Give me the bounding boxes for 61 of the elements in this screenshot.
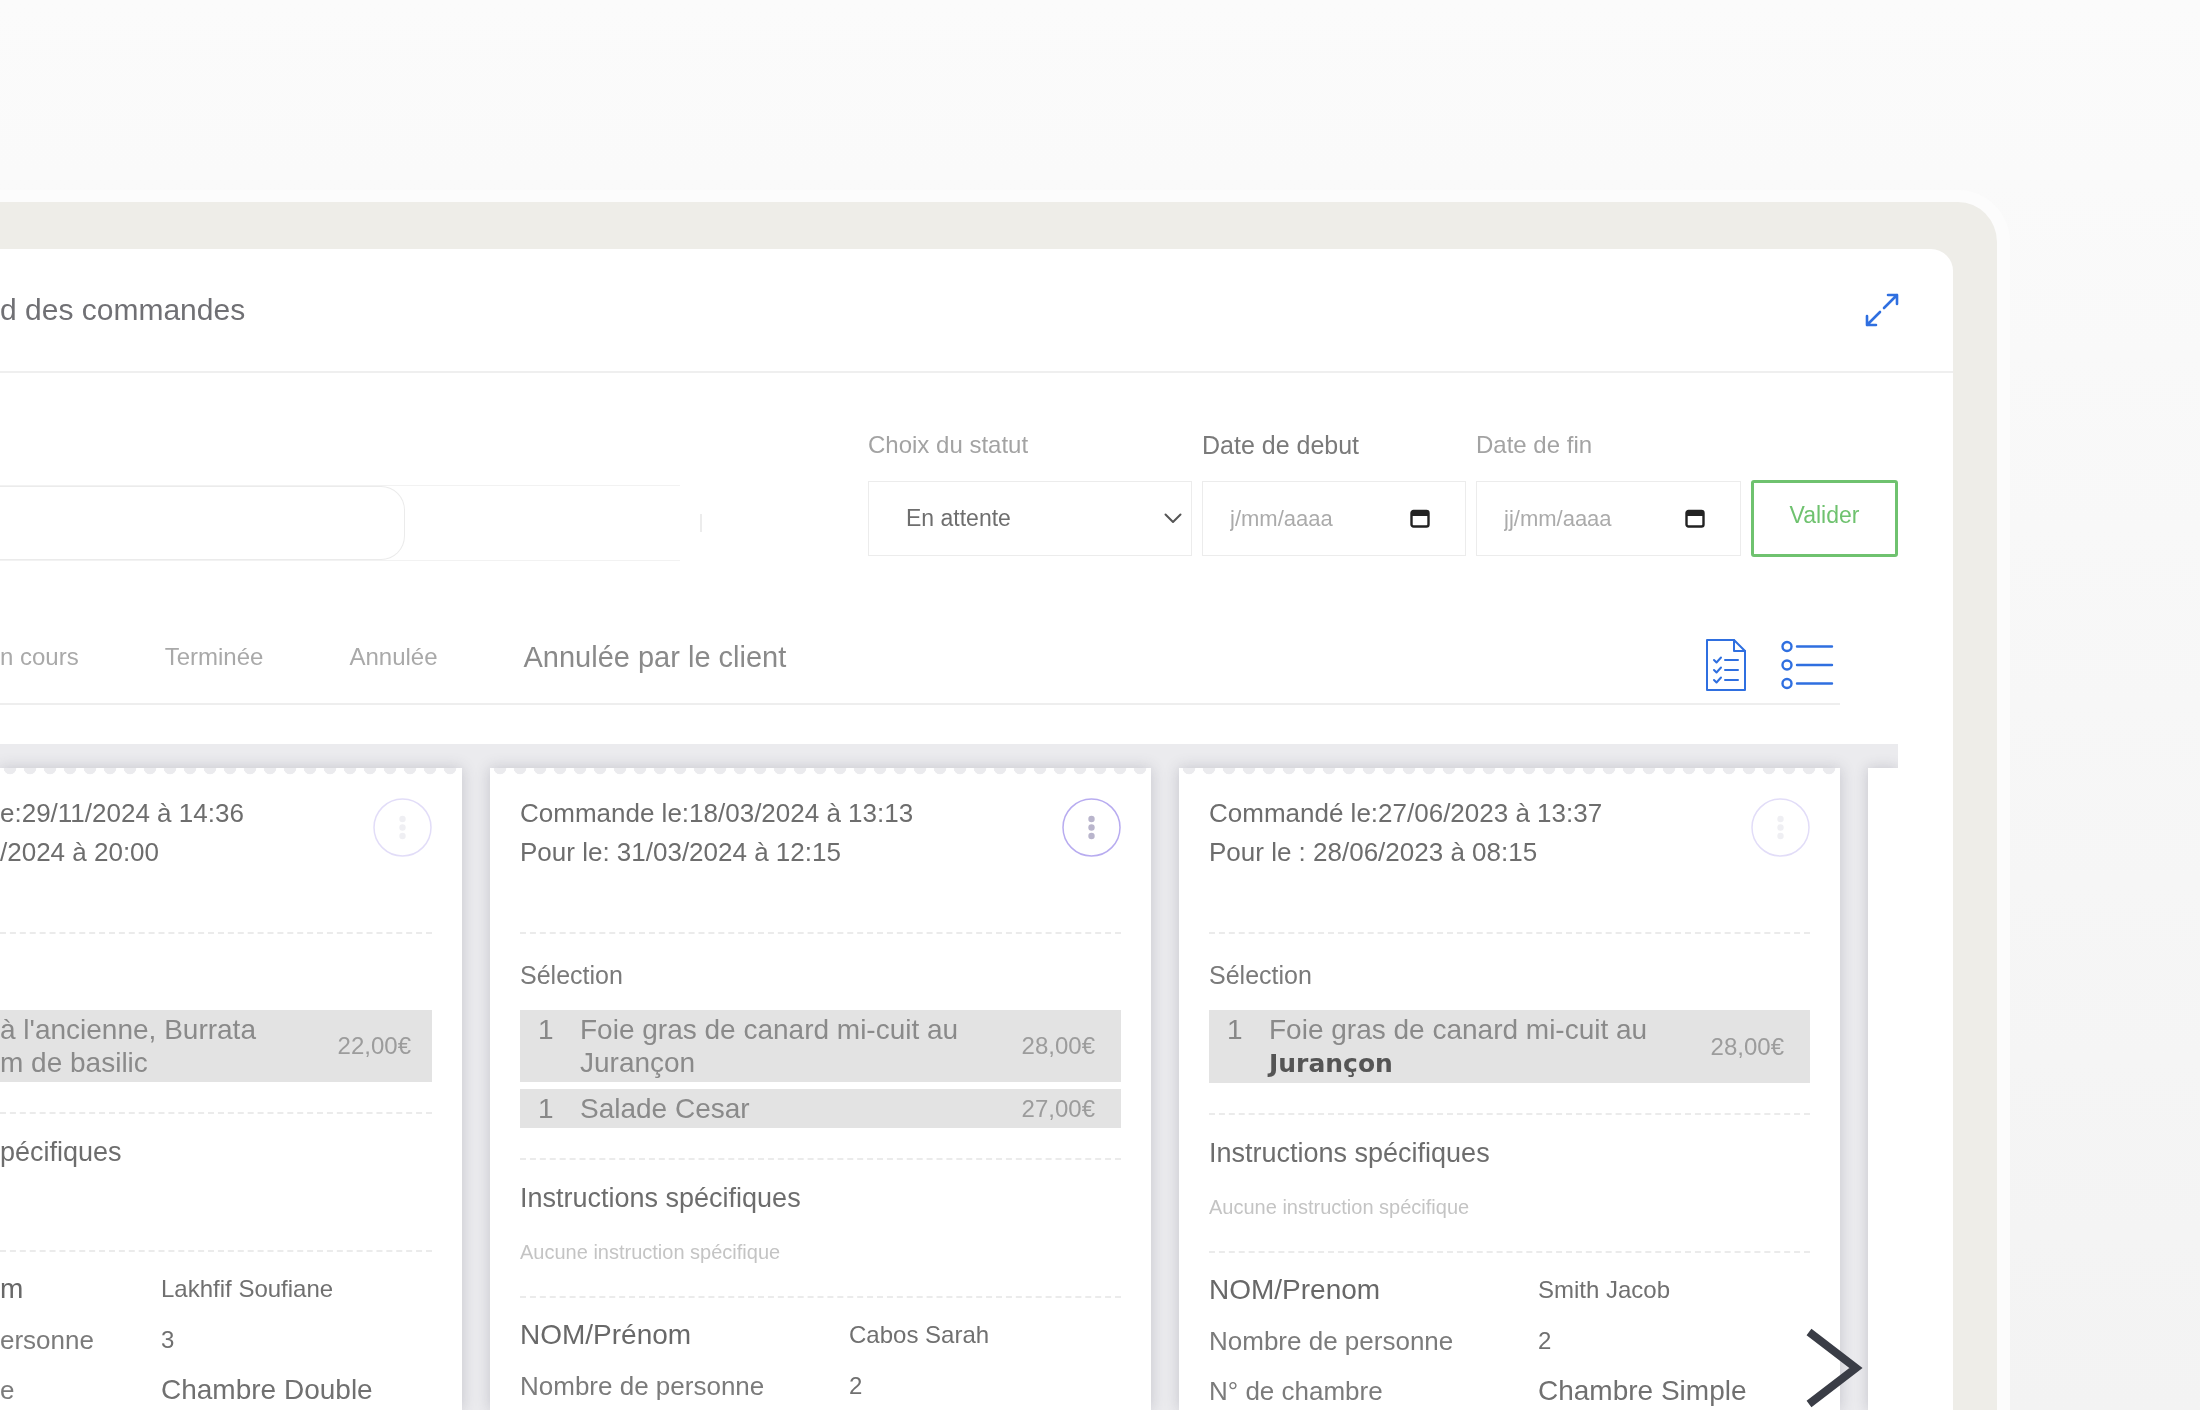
field-value: 3 xyxy=(161,1325,175,1355)
field-value: Smith Jacob xyxy=(1538,1275,1671,1305)
field-label: Nombre de personne xyxy=(520,1370,765,1402)
order-date: Commande le:18/03/2024 à 13:13 xyxy=(520,797,914,830)
section-title: pécifiques xyxy=(0,1136,122,1168)
field-label: NOM/Prénom xyxy=(520,1318,692,1352)
expand-icon[interactable] xyxy=(1864,292,1900,328)
field-label: N° de chambre xyxy=(1209,1375,1383,1407)
item-price: 28,00€ xyxy=(1020,1031,1095,1061)
field-label: Nombre de personne xyxy=(1209,1325,1454,1357)
field-value: Cabos Sarah xyxy=(849,1320,990,1350)
filter-label: Date de fin xyxy=(1476,431,1593,459)
item-quantity: 1 xyxy=(538,1013,555,1046)
field-value: 2 xyxy=(849,1371,863,1401)
field-value: 2 xyxy=(1538,1326,1552,1356)
item-quantity: 1 xyxy=(538,1092,555,1125)
section-title: Sélection xyxy=(520,961,623,989)
tab[interactable]: Annulée par le client xyxy=(523,639,787,674)
tab[interactable]: Terminée xyxy=(164,642,264,671)
field-label: e xyxy=(0,1374,15,1406)
item-price: 22,00€ xyxy=(336,1031,411,1061)
filter-label: Date de debut xyxy=(1202,431,1360,459)
item-name: Foie gras de canard mi-cuit au Jurançon xyxy=(1269,1013,1649,1080)
field-label: m xyxy=(0,1272,24,1306)
item-price: 28,00€ xyxy=(1709,1031,1784,1062)
vertical-dots-icon[interactable] xyxy=(373,798,432,857)
vertical-dots-icon[interactable] xyxy=(1062,798,1121,857)
item-name: Salade Cesar xyxy=(580,1092,751,1125)
item-name: Foie gras de canard mi-cuit au Jurançon xyxy=(580,1013,960,1079)
order-date: e:29/11/2024 à 14:36 xyxy=(0,797,244,830)
field-value: Chambre Double xyxy=(161,1374,373,1406)
calendar-icon[interactable] xyxy=(1685,508,1705,528)
page-title: d des commandes xyxy=(0,292,246,328)
calendar-icon[interactable] xyxy=(1410,508,1430,528)
field-value: Lakhfif Soufiane xyxy=(161,1274,334,1304)
date-field[interactable]: jj/mm/aaaa xyxy=(1476,481,1741,556)
field-label: ersonne xyxy=(0,1324,94,1356)
instructions-note: Aucune instruction spécifique xyxy=(520,1241,781,1263)
item-price: 27,00€ xyxy=(1020,1093,1095,1124)
tab[interactable]: Annulée xyxy=(349,642,438,671)
item-quantity: 1 xyxy=(1227,1013,1244,1046)
chevron-down-icon xyxy=(1164,513,1182,524)
vertical-dots-icon[interactable] xyxy=(1751,798,1810,857)
field-value: Chambre Simple xyxy=(1538,1375,1747,1407)
field-label: NOM/Prenom xyxy=(1209,1273,1381,1307)
submit-button[interactable]: Valider xyxy=(1751,480,1898,557)
due-date: /2024 à 20:00 xyxy=(0,836,160,869)
instructions-note: Aucune instruction spécifique xyxy=(1209,1196,1470,1218)
tab[interactable]: n cours xyxy=(0,642,79,671)
order-date: Commandé le:27/06/2023 à 13:37 xyxy=(1209,797,1603,830)
document-checklist-icon[interactable] xyxy=(1705,637,1747,692)
filter-label: Choix du statut xyxy=(868,431,1029,459)
section-title: Instructions spécifiques xyxy=(520,1182,801,1214)
item-name: à l'ancienne, Burrata m de basilic xyxy=(0,1013,257,1079)
date-field[interactable]: j/mm/aaaa xyxy=(1202,481,1466,556)
list-icon[interactable] xyxy=(1781,639,1834,690)
due-date: Pour le : 28/06/2023 à 08:15 xyxy=(1209,836,1538,869)
due-date: Pour le: 31/03/2024 à 12:15 xyxy=(520,836,841,869)
status-select[interactable]: En attente xyxy=(868,481,1192,556)
section-title: Instructions spécifiques xyxy=(1209,1137,1490,1169)
section-title: Sélection xyxy=(1209,961,1312,989)
